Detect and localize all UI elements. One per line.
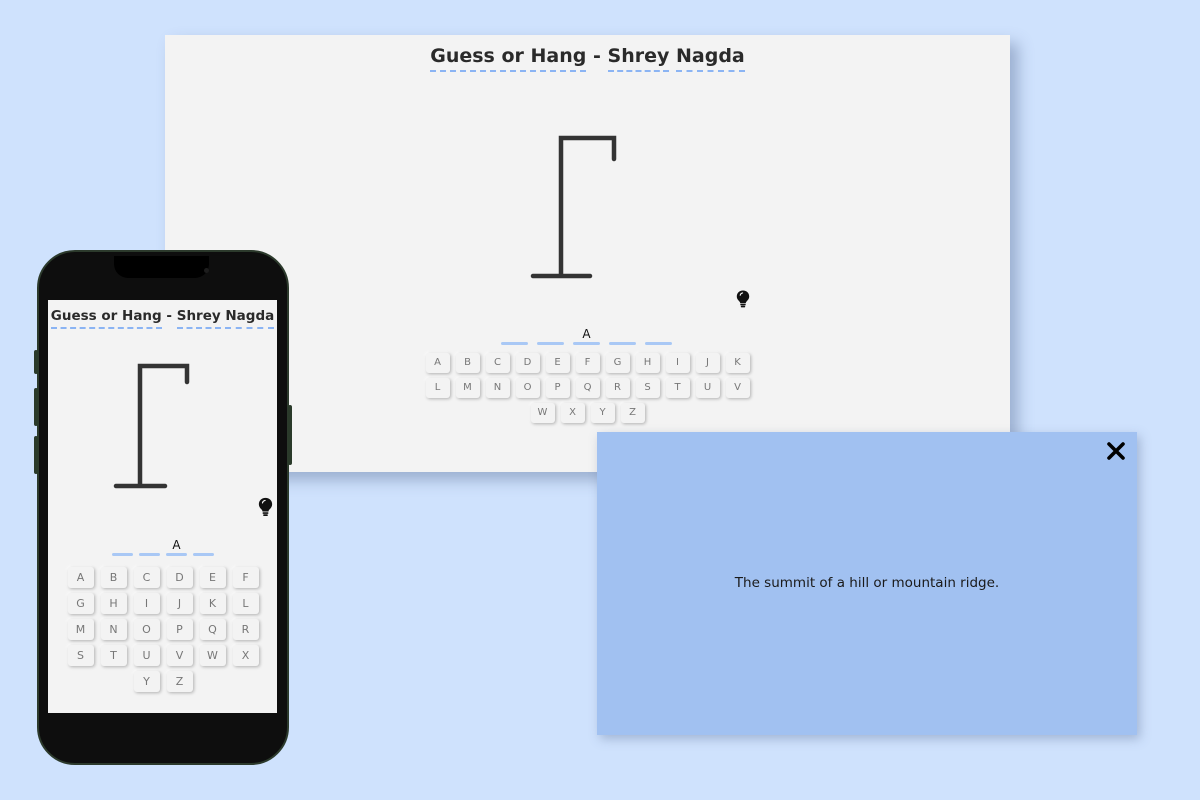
keyboard-row: STUVWX (63, 642, 263, 668)
letter-key[interactable]: E (545, 352, 570, 373)
letter-key[interactable]: R (232, 618, 259, 640)
letter-slot (193, 538, 214, 556)
letter-key[interactable]: U (133, 644, 160, 666)
letter-key[interactable]: W (199, 644, 226, 666)
camera-icon (204, 268, 209, 273)
letter-key[interactable]: G (67, 592, 94, 614)
phone-volume-down-button (34, 436, 38, 474)
letter-key[interactable]: F (575, 352, 600, 373)
letter-key[interactable]: G (605, 352, 630, 373)
letter-key[interactable]: C (133, 566, 160, 588)
letter-key[interactable]: Z (166, 670, 193, 692)
title-part-3: Nagda (676, 45, 745, 72)
hint-modal: The summit of a hill or mountain ridge. (597, 432, 1137, 735)
keyboard-row: MNOPQR (63, 616, 263, 642)
mobile-page-title: Guess or Hang - Shrey Nagda (48, 308, 277, 329)
letter-slot (139, 538, 160, 556)
letter-key[interactable]: L (425, 377, 450, 398)
letter-key[interactable]: W (530, 402, 555, 423)
word-slots: A (501, 327, 672, 345)
letter-key[interactable]: U (695, 377, 720, 398)
page-title: Guess or Hang - Shrey Nagda (165, 45, 1010, 72)
letter-key[interactable]: I (133, 592, 160, 614)
letter-key[interactable]: V (166, 644, 193, 666)
phone-screen: Guess or Hang - Shrey Nagda A A B C D E … (48, 300, 277, 713)
letter-key[interactable]: S (635, 377, 660, 398)
letter-key[interactable]: S (67, 644, 94, 666)
letter-key[interactable]: Y (590, 402, 615, 423)
letter-key[interactable]: D (166, 566, 193, 588)
letter-key[interactable]: O (133, 618, 160, 640)
letter-key[interactable]: O (515, 377, 540, 398)
letter-key[interactable]: I (665, 352, 690, 373)
letter-key[interactable]: J (695, 352, 720, 373)
letter-key[interactable]: P (545, 377, 570, 398)
phone-side-button (34, 350, 38, 374)
letter-key[interactable]: T (665, 377, 690, 398)
letter-keyboard: ABCDEFGHIJKLMNOPQRSTUVWXYZ (63, 564, 263, 694)
letter-key[interactable]: R (605, 377, 630, 398)
word-slots: A (112, 538, 214, 556)
letter-slot: A (166, 538, 187, 556)
letter-slot (537, 327, 564, 345)
letter-key[interactable]: E (199, 566, 226, 588)
title-separator: - (593, 45, 601, 67)
letter-key[interactable]: H (100, 592, 127, 614)
letter-slot: A (573, 327, 600, 345)
letter-keyboard: ABCDEFGHIJKLMNOPQRSTUVWXYZ (421, 350, 754, 425)
gallows-drawing (113, 363, 190, 489)
letter-key[interactable]: M (67, 618, 94, 640)
letter-key[interactable]: P (166, 618, 193, 640)
letter-key[interactable]: X (232, 644, 259, 666)
letter-key[interactable]: V (725, 377, 750, 398)
letter-key[interactable]: A (67, 566, 94, 588)
phone-frame: Guess or Hang - Shrey Nagda A A B C D E … (37, 250, 289, 765)
letter-slot (112, 538, 133, 556)
letter-key[interactable]: Y (133, 670, 160, 692)
letter-key[interactable]: Q (199, 618, 226, 640)
keyboard-row: ABCDEF (63, 564, 263, 590)
letter-key[interactable]: N (100, 618, 127, 640)
letter-key[interactable]: B (100, 566, 127, 588)
phone-volume-up-button (34, 388, 38, 426)
letter-key[interactable]: M (455, 377, 480, 398)
letter-key[interactable]: A (425, 352, 450, 373)
gallows-drawing (530, 135, 617, 279)
letter-key[interactable]: N (485, 377, 510, 398)
letter-key[interactable]: K (725, 352, 750, 373)
lightbulb-icon[interactable] (258, 497, 273, 517)
letter-key[interactable]: Q (575, 377, 600, 398)
keyboard-row: WXYZ (421, 400, 754, 425)
hint-text: The summit of a hill or mountain ridge. (734, 575, 1000, 591)
title-part-3: Nagda (225, 308, 275, 329)
phone-power-button (288, 405, 292, 465)
keyboard-row: ABCDEFGHIJK (421, 350, 754, 375)
letter-slot (645, 327, 672, 345)
letter-key[interactable]: C (485, 352, 510, 373)
title-part-1: Guess or Hang (430, 45, 587, 72)
letter-key[interactable]: K (199, 592, 226, 614)
title-part-2: Shrey (176, 308, 221, 329)
title-separator: - (166, 308, 173, 324)
title-part-2: Shrey (607, 45, 670, 72)
letter-slot (609, 327, 636, 345)
phone-notch (114, 256, 209, 278)
title-part-1: Guess or Hang (50, 308, 162, 329)
close-icon[interactable] (1105, 440, 1127, 462)
letter-key[interactable]: L (232, 592, 259, 614)
letter-key[interactable]: H (635, 352, 660, 373)
keyboard-row: GHIJKL (63, 590, 263, 616)
letter-slot (501, 327, 528, 345)
letter-key[interactable]: X (560, 402, 585, 423)
letter-key[interactable]: J (166, 592, 193, 614)
keyboard-row: LMNOPQRSTUV (421, 375, 754, 400)
keyboard-row: YZ (63, 668, 263, 694)
letter-key[interactable]: Z (620, 402, 645, 423)
letter-key[interactable]: T (100, 644, 127, 666)
letter-key[interactable]: D (515, 352, 540, 373)
letter-key[interactable]: B (455, 352, 480, 373)
lightbulb-icon[interactable] (736, 290, 750, 308)
letter-key[interactable]: F (232, 566, 259, 588)
